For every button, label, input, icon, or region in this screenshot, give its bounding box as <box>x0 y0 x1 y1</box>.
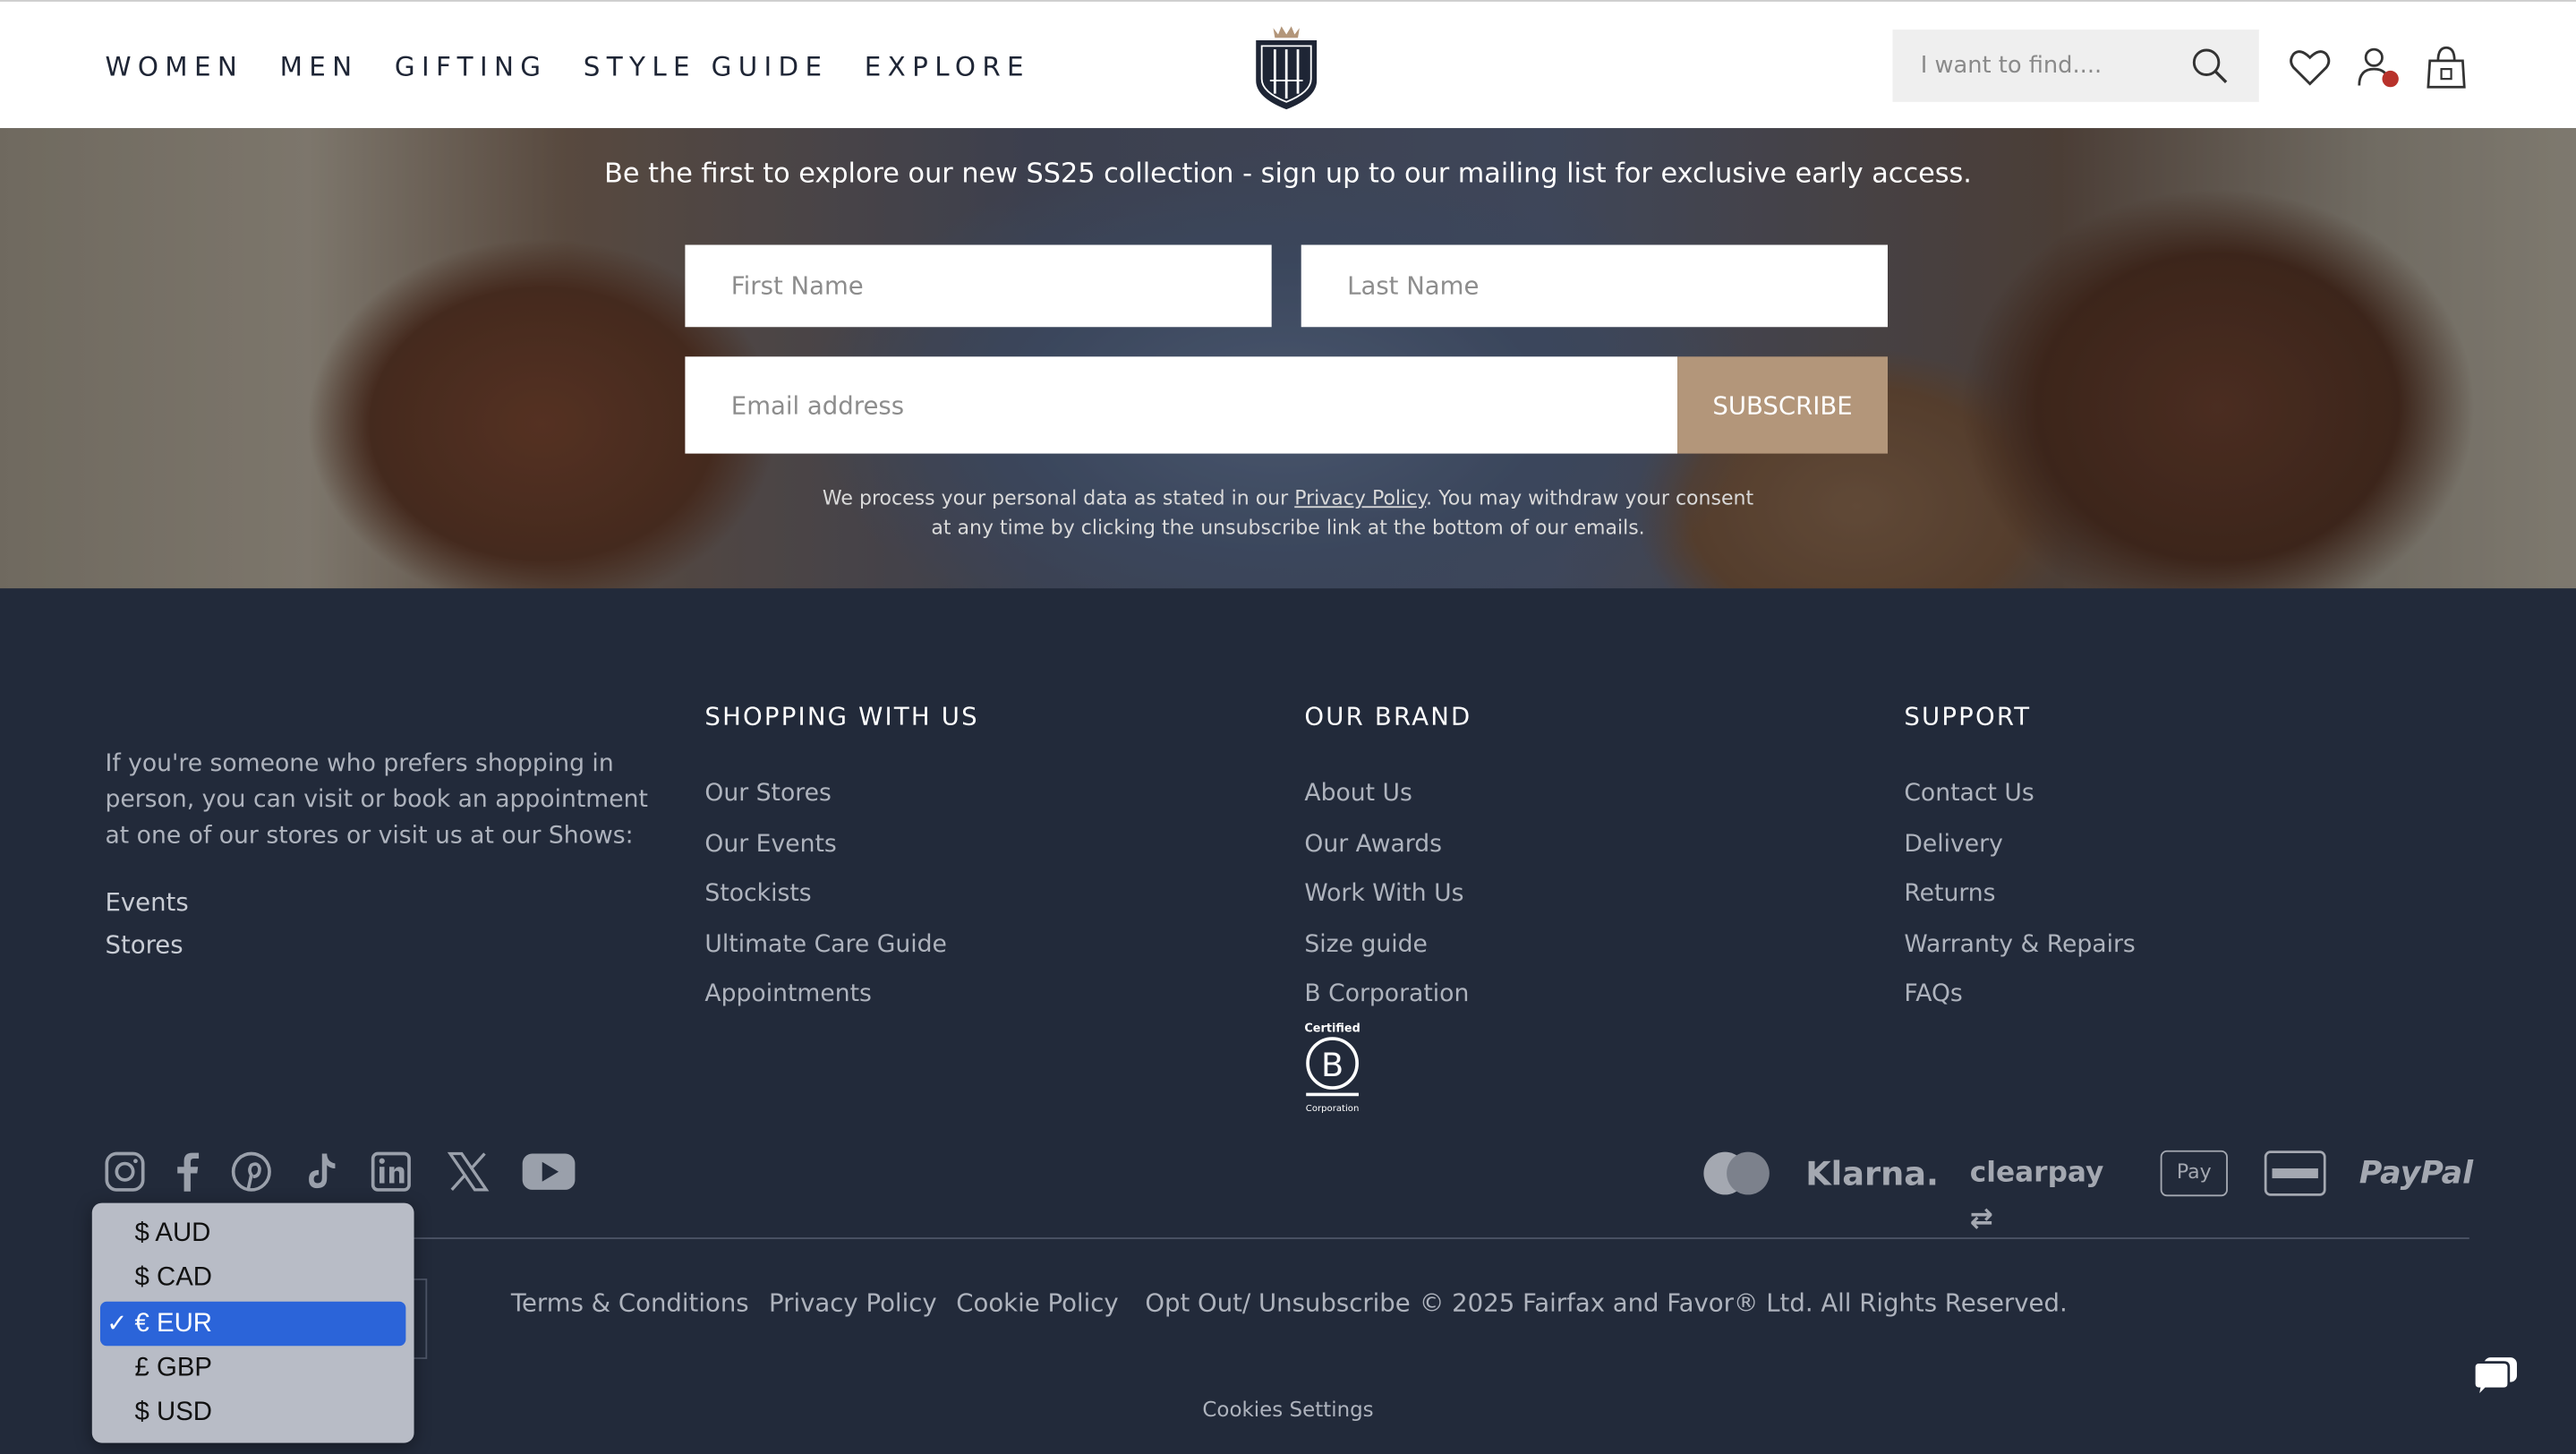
clearpay-text: clearpay <box>1969 1157 2104 1190</box>
paypal-logo: PayPal <box>2358 1155 2474 1192</box>
linkedin-icon[interactable] <box>370 1150 413 1193</box>
nav-explore[interactable]: EXPLORE <box>865 51 1030 82</box>
footer-link[interactable]: Warranty & Repairs <box>1904 927 2135 977</box>
footer-heading-shopping: SHOPPING WITH US <box>704 701 979 731</box>
footer-link[interactable]: Our Events <box>704 826 946 877</box>
last-name-field[interactable] <box>1301 244 1888 328</box>
b-corp-icon: Certified B Corporation <box>1304 1022 1360 1114</box>
cookie-policy-link[interactable]: Cookie Policy <box>956 1288 1118 1318</box>
site-header: WOMEN MEN GIFTING STYLE GUIDE EXPLORE <box>0 0 2576 129</box>
footer-link[interactable]: Work With Us <box>1304 877 1469 927</box>
footer-heading-support: SUPPORT <box>1904 701 2032 731</box>
currency-label: € EUR <box>134 1309 213 1338</box>
youtube-icon[interactable] <box>521 1150 576 1193</box>
footer-link[interactable]: Contact Us <box>1904 775 2135 825</box>
currency-label: $ USD <box>134 1398 213 1427</box>
nav-style-guide[interactable]: STYLE GUIDE <box>584 51 829 82</box>
account-icon[interactable] <box>2354 45 2400 90</box>
footer-link[interactable]: Returns <box>1904 877 2135 927</box>
search-icon[interactable] <box>2190 46 2230 85</box>
footer-heading-brand: OUR BRAND <box>1304 701 1472 731</box>
currency-option-cad[interactable]: $ CAD <box>100 1256 405 1301</box>
check-icon: ✓ <box>107 1309 128 1338</box>
currency-dropdown: $ AUD $ CAD ✓ € EUR £ GBP $ USD <box>91 1202 414 1443</box>
currency-label: $ AUD <box>134 1219 211 1248</box>
consent-text: We process your personal data as stated … <box>0 483 2576 543</box>
currency-label: $ CAD <box>134 1264 213 1293</box>
main-nav: WOMEN MEN GIFTING STYLE GUIDE EXPLORE <box>105 51 1066 82</box>
consent-text-line2: at any time by clicking the unsubscribe … <box>931 516 1645 540</box>
currency-label: £ GBP <box>134 1354 213 1382</box>
amex-icon <box>2264 1150 2326 1196</box>
footer-link[interactable]: FAQs <box>1904 977 2135 1027</box>
newsletter-hero: Be the first to explore our new SS25 col… <box>0 128 2576 589</box>
klarna-logo: Klarna. <box>1805 1153 1939 1193</box>
nav-men[interactable]: MEN <box>280 51 359 82</box>
footer-link-stores[interactable]: Stores <box>105 927 188 970</box>
facebook-icon[interactable] <box>166 1150 209 1193</box>
currency-option-eur[interactable]: ✓ € EUR <box>99 1300 406 1347</box>
newsletter-headline: Be the first to explore our new SS25 col… <box>604 158 1972 190</box>
nav-gifting[interactable]: GIFTING <box>395 51 548 82</box>
footer-link[interactable]: Stockists <box>704 877 946 927</box>
mastercard-icon <box>1703 1151 1770 1195</box>
bcorp-corporation-text: Corporation <box>1306 1104 1360 1114</box>
footer-list-shopping: Our Stores Our Events Stockists Ultimate… <box>704 775 946 1027</box>
terms-link[interactable]: Terms & Conditions <box>511 1288 749 1318</box>
footer-link[interactable]: Appointments <box>704 977 946 1027</box>
email-field[interactable] <box>685 356 1678 454</box>
privacy-policy-link[interactable]: Privacy Policy <box>1294 486 1426 509</box>
search-bar <box>1892 30 2259 102</box>
currency-option-gbp[interactable]: £ GBP <box>100 1346 405 1390</box>
clearpay-logo: clearpay ⇄ <box>1969 1157 2104 1236</box>
opt-out-link[interactable]: Opt Out/ Unsubscribe <box>1145 1288 1410 1318</box>
footer-intro: If you're someone who prefers shopping i… <box>105 750 648 850</box>
bag-icon[interactable] <box>2423 45 2469 90</box>
currency-option-aud[interactable]: $ AUD <box>100 1211 405 1256</box>
copyright-text: © 2025 Fairfax and Favor® Ltd. All Right… <box>1419 1288 2068 1319</box>
footer-link[interactable]: Delivery <box>1904 826 2135 877</box>
footer-link[interactable]: Our Awards <box>1304 826 1469 877</box>
first-name-field[interactable] <box>685 244 1272 328</box>
footer-link[interactable]: Our Stores <box>704 775 946 825</box>
instagram-icon[interactable] <box>104 1150 147 1193</box>
heart-icon[interactable] <box>2287 45 2333 90</box>
tiktok-icon[interactable] <box>301 1150 344 1193</box>
currency-option-usd[interactable]: $ USD <box>100 1390 405 1435</box>
footer-link[interactable]: Ultimate Care Guide <box>704 927 946 977</box>
subscribe-button[interactable]: SUBSCRIBE <box>1677 356 1888 454</box>
consent-text-end: . You may withdraw your consent <box>1426 486 1754 510</box>
svg-text:B: B <box>1321 1046 1343 1084</box>
pinterest-icon[interactable] <box>230 1150 273 1193</box>
search-input[interactable] <box>1892 30 2188 102</box>
footer-link[interactable]: About Us <box>1304 775 1469 825</box>
footer-list-support: Contact Us Delivery Returns Warranty & R… <box>1904 775 2135 1027</box>
consent-text-start: We process your personal data as stated … <box>822 486 1295 510</box>
footer-list-brand: About Us Our Awards Work With Us Size gu… <box>1304 775 1469 1027</box>
apple-pay-text: Pay <box>2176 1159 2212 1184</box>
bcorp-certified-text: Certified <box>1304 1022 1360 1036</box>
chat-icon[interactable] <box>2471 1354 2521 1400</box>
apple-pay-icon: Pay <box>2160 1150 2228 1197</box>
footer-link-events[interactable]: Events <box>105 884 188 927</box>
privacy-policy-footer-link[interactable]: Privacy Policy <box>769 1288 937 1318</box>
footer-divider <box>105 1237 2469 1239</box>
nav-women[interactable]: WOMEN <box>105 51 243 82</box>
footer-left-links: Events Stores <box>105 884 188 969</box>
x-icon[interactable] <box>447 1150 490 1193</box>
footer-link[interactable]: Size guide <box>1304 927 1469 977</box>
crest-logo[interactable] <box>1252 21 1321 110</box>
